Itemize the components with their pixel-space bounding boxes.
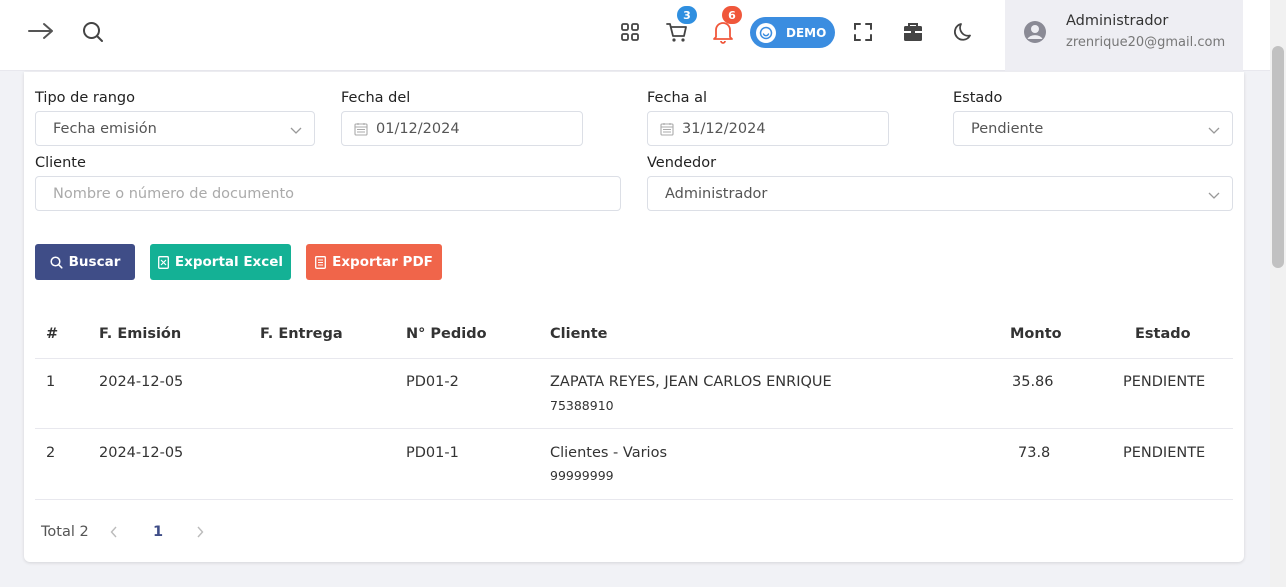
col-header-amount: Monto (1010, 326, 1062, 342)
date-from-value: 01/12/2024 (376, 120, 460, 137)
demo-label: DEMO (786, 25, 827, 40)
scrollbar-thumb[interactable] (1272, 46, 1284, 268)
cart-badge: 3 (677, 6, 697, 24)
row-client-document: 75388910 (550, 398, 614, 413)
row-order-number: PD01-2 (406, 374, 459, 390)
row-number: 1 (46, 374, 56, 390)
chevron-down-icon (290, 123, 302, 139)
col-header-client: Cliente (550, 326, 608, 342)
chevron-down-icon (1208, 188, 1220, 204)
arrow-right-icon[interactable] (27, 18, 55, 44)
row-client-document: 99999999 (550, 468, 614, 483)
calendar-icon (354, 122, 368, 136)
row-status: PENDIENTE (1123, 445, 1206, 461)
export-excel-label: Exportal Excel (174, 254, 284, 270)
date-from-label: Fecha del (341, 90, 411, 106)
user-email: zrenrique20@gmail.com (1066, 35, 1226, 50)
fullscreen-icon[interactable] (852, 21, 874, 43)
status-label: Estado (953, 90, 1003, 106)
client-field[interactable] (35, 176, 621, 211)
export-pdf-button[interactable]: Exportar PDF (306, 244, 442, 280)
range-type-label: Tipo de rango (35, 90, 135, 106)
search-button-label: Buscar (68, 254, 121, 270)
date-to-input[interactable]: 31/12/2024 (647, 111, 889, 146)
date-to-value: 31/12/2024 (682, 120, 766, 137)
vertical-scrollbar[interactable] (1270, 0, 1286, 587)
top-bar: 3 6 DEMO Administrador zrenrique20@gmail… (0, 0, 1270, 71)
notification-badge: 6 (722, 6, 742, 24)
row-number: 2 (46, 445, 56, 461)
col-header-order-number: N° Pedido (406, 326, 487, 342)
chevron-down-icon (1208, 123, 1220, 139)
col-header-status: Estado (1135, 326, 1191, 342)
seller-value: Administrador (665, 185, 768, 202)
excel-file-icon (157, 255, 169, 269)
moon-icon[interactable] (952, 20, 976, 44)
seller-label: Vendedor (647, 155, 717, 171)
table-divider (35, 358, 1233, 359)
table-divider (35, 499, 1233, 500)
date-from-input[interactable]: 01/12/2024 (341, 111, 583, 146)
report-card: Tipo de rango Fecha emisión Fecha del 01… (24, 72, 1244, 562)
row-client-name: ZAPATA REYES, JEAN CARLOS ENRIQUE (550, 374, 832, 390)
search-icon (50, 255, 63, 269)
client-input[interactable] (53, 185, 620, 202)
range-type-select[interactable]: Fecha emisión (35, 111, 315, 146)
export-pdf-label: Exportar PDF (332, 254, 433, 270)
row-client-name: Clientes - Varios (550, 445, 667, 461)
demo-toggle[interactable]: DEMO (750, 17, 835, 48)
table-divider (35, 428, 1233, 429)
user-avatar-icon (1023, 20, 1047, 48)
user-name: Administrador (1066, 13, 1169, 29)
apps-grid-icon[interactable] (619, 21, 641, 43)
chevron-right-icon[interactable] (196, 526, 204, 542)
search-button[interactable]: Buscar (35, 244, 135, 280)
col-header-issue-date: F. Emisión (99, 326, 182, 342)
export-excel-button[interactable]: Exportal Excel (150, 244, 291, 280)
row-status: PENDIENTE (1123, 374, 1206, 390)
smile-icon (756, 22, 776, 43)
seller-select[interactable]: Administrador (647, 176, 1233, 211)
row-order-number: PD01-1 (406, 445, 459, 461)
row-issue-date: 2024-12-05 (99, 374, 184, 390)
row-issue-date: 2024-12-05 (99, 445, 184, 461)
pdf-file-icon (315, 255, 327, 269)
col-header-delivery-date: F. Entrega (260, 326, 343, 342)
pagination-page-current[interactable]: 1 (153, 524, 163, 540)
status-value: Pendiente (971, 120, 1044, 137)
store-icon[interactable] (901, 20, 925, 44)
calendar-icon (660, 122, 674, 136)
chevron-left-icon[interactable] (110, 526, 118, 542)
col-header-number: # (46, 326, 59, 342)
date-to-label: Fecha al (647, 90, 708, 106)
range-type-value: Fecha emisión (53, 120, 157, 137)
pagination-total: Total 2 (41, 524, 89, 540)
row-amount: 35.86 (1012, 374, 1054, 390)
row-amount: 73.8 (1018, 445, 1051, 461)
user-menu[interactable]: Administrador zrenrique20@gmail.com (1005, 0, 1243, 71)
client-label: Cliente (35, 155, 86, 171)
search-icon[interactable] (81, 19, 105, 45)
status-select[interactable]: Pendiente (953, 111, 1233, 146)
